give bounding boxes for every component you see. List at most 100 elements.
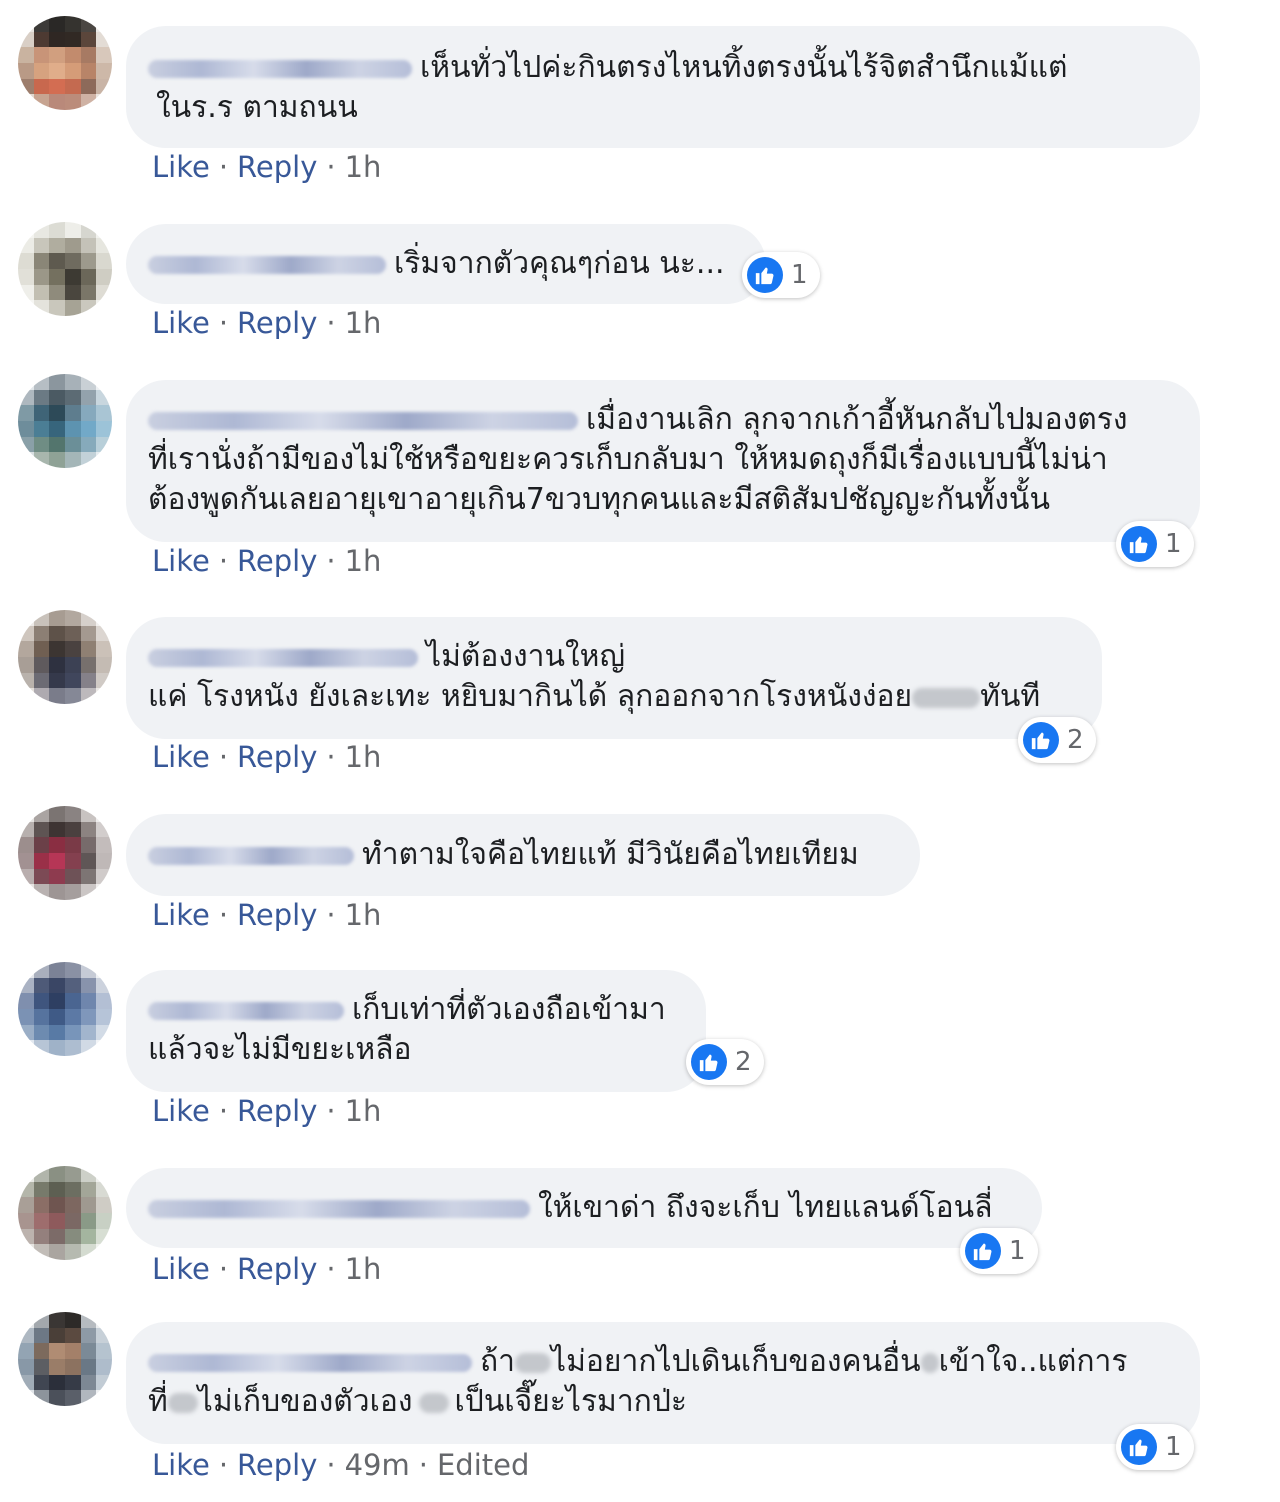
comment-bubble: เมื่องานเลิก ลุกจากเก้าอี้หันกลับไปมองตร… — [126, 380, 1200, 542]
reaction-count[interactable]: 1 — [742, 252, 820, 298]
avatar[interactable] — [18, 610, 112, 704]
edited-label[interactable]: Edited — [437, 1448, 529, 1482]
reaction-count[interactable]: 2 — [686, 1039, 764, 1085]
reply-link[interactable]: Reply — [237, 1252, 317, 1286]
like-link[interactable]: Like — [152, 150, 210, 184]
reaction-number: 1 — [1165, 529, 1182, 559]
author-name-redacted[interactable] — [148, 846, 354, 865]
author-name-redacted[interactable] — [148, 411, 578, 430]
redacted-word — [912, 687, 981, 708]
like-link[interactable]: Like — [152, 740, 210, 774]
like-link[interactable]: Like — [152, 544, 210, 578]
comment-actions: Like · Reply · 1h — [152, 1252, 381, 1286]
avatar[interactable] — [18, 1166, 112, 1260]
comment-text: เห็นทั่วไปค่ะกินตรงไหนทิ้งตรงนั้นไร้จิตส… — [420, 50, 1068, 85]
thumbs-up-icon — [747, 257, 783, 293]
comment-text: เก็บเท่าที่ตัวเองถือเข้ามา — [352, 992, 666, 1027]
timestamp[interactable]: 1h — [345, 150, 382, 184]
comment-text: ที่ — [148, 1384, 168, 1419]
separator: · — [218, 898, 229, 932]
author-name-redacted[interactable] — [148, 1199, 530, 1218]
comment-text: เป็นเจี๊ยะไรมากป่ะ — [454, 1384, 688, 1419]
timestamp[interactable]: 1h — [345, 1252, 382, 1286]
avatar[interactable] — [18, 222, 112, 316]
reply-link[interactable]: Reply — [237, 1448, 317, 1482]
avatar[interactable] — [18, 374, 112, 468]
separator: · — [218, 150, 229, 184]
reply-link[interactable]: Reply — [237, 740, 317, 774]
comment-bubble: เริ่มจากตัวคุณๆก่อน นะ... — [126, 224, 766, 304]
author-name-redacted[interactable] — [148, 59, 412, 78]
author-name-redacted[interactable] — [148, 255, 386, 274]
reaction-number: 2 — [1067, 725, 1084, 755]
comment-text: แค่ โรงหนัง ยังเละเทะ หยิบมากินได้ ลุกออ… — [148, 679, 913, 714]
comment-text: ในร.ร ตามถนน — [156, 90, 358, 125]
thumbs-up-icon — [1121, 526, 1157, 562]
author-name-redacted[interactable] — [148, 648, 418, 667]
like-link[interactable]: Like — [152, 306, 210, 340]
reply-link[interactable]: Reply — [237, 544, 317, 578]
reply-link[interactable]: Reply — [237, 1094, 317, 1128]
comment-actions: Like · Reply · 1h — [152, 150, 381, 184]
separator: · — [326, 898, 336, 932]
separator: · — [218, 740, 229, 774]
timestamp[interactable]: 1h — [345, 740, 382, 774]
comment-text: ไม่ต้องงานใหญ่ — [426, 639, 625, 674]
avatar[interactable] — [18, 16, 112, 110]
like-link[interactable]: Like — [152, 1252, 210, 1286]
timestamp[interactable]: 1h — [345, 898, 382, 932]
reaction-number: 1 — [1165, 1432, 1182, 1462]
comment-actions: Like · Reply · 49m · Edited — [152, 1448, 529, 1482]
avatar[interactable] — [18, 1312, 112, 1406]
comment-bubble: ให้เขาด่า ถึงจะเก็บ ไทยแลนด์โอนลี่ — [126, 1168, 1042, 1248]
thumbs-up-icon — [1023, 722, 1059, 758]
thumbs-up-icon — [965, 1233, 1001, 1269]
separator: · — [326, 1252, 336, 1286]
reaction-count[interactable]: 1 — [1116, 1424, 1194, 1470]
comment-text: เมื่องานเลิก ลุกจากเก้าอี้หันกลับไปมองตร… — [586, 402, 1128, 437]
timestamp[interactable]: 1h — [345, 544, 382, 578]
avatar[interactable] — [18, 962, 112, 1056]
redacted-word — [418, 1392, 449, 1413]
reply-link[interactable]: Reply — [237, 898, 317, 932]
like-link[interactable]: Like — [152, 898, 210, 932]
reaction-count[interactable]: 2 — [1018, 717, 1096, 763]
reply-link[interactable]: Reply — [237, 150, 317, 184]
avatar[interactable] — [18, 806, 112, 900]
comment-text: ไม่อยากไปเดินเก็บของคนอื่น — [551, 1344, 921, 1379]
timestamp[interactable]: 1h — [345, 1094, 382, 1128]
comment-actions: Like · Reply · 1h — [152, 544, 381, 578]
thumbs-up-icon — [1121, 1429, 1157, 1465]
reaction-count[interactable]: 1 — [960, 1228, 1038, 1274]
author-name-redacted[interactable] — [148, 1353, 472, 1372]
comment-text: เริ่มจากตัวคุณๆก่อน นะ... — [394, 246, 725, 281]
comment-bubble: เก็บเท่าที่ตัวเองถือเข้ามา แล้วจะไม่มีขย… — [126, 970, 706, 1092]
comment-text: แล้วจะไม่มีขยะเหลือ — [148, 1032, 412, 1067]
comment-text: ต้องพูดกันเลยอายุเขาอายุเกิน7ขวบทุกคนและ… — [148, 482, 1050, 517]
separator: · — [326, 740, 336, 774]
reaction-number: 2 — [735, 1047, 752, 1077]
separator: · — [218, 1252, 229, 1286]
redacted-word — [167, 1392, 198, 1413]
timestamp[interactable]: 1h — [345, 306, 382, 340]
reply-link[interactable]: Reply — [237, 306, 317, 340]
comment-actions: Like · Reply · 1h — [152, 740, 381, 774]
comment-text: ให้เขาด่า ถึงจะเก็บ ไทยแลนด์โอนลี่ — [538, 1190, 993, 1225]
separator: · — [326, 150, 336, 184]
reaction-number: 1 — [791, 260, 808, 290]
comment-bubble: ทำตามใจคือไทยแท้ มีวินัยคือไทยเทียม — [126, 814, 920, 896]
comment-bubble: ไม่ต้องงานใหญ่ แค่ โรงหนัง ยังเละเทะ หยิ… — [126, 617, 1102, 739]
separator: · — [326, 1448, 336, 1482]
separator: · — [218, 1448, 229, 1482]
comment-text: เข้าใจ..แต่การ — [938, 1344, 1128, 1379]
author-name-redacted[interactable] — [148, 1001, 344, 1020]
comment-text: ถ้า — [480, 1344, 516, 1379]
reaction-count[interactable]: 1 — [1116, 521, 1194, 567]
separator: · — [326, 1094, 336, 1128]
like-link[interactable]: Like — [152, 1094, 210, 1128]
separator: · — [218, 1094, 229, 1128]
like-link[interactable]: Like — [152, 1448, 210, 1482]
comment-actions: Like · Reply · 1h — [152, 306, 381, 340]
separator: · — [218, 544, 229, 578]
timestamp[interactable]: 49m — [345, 1448, 410, 1482]
